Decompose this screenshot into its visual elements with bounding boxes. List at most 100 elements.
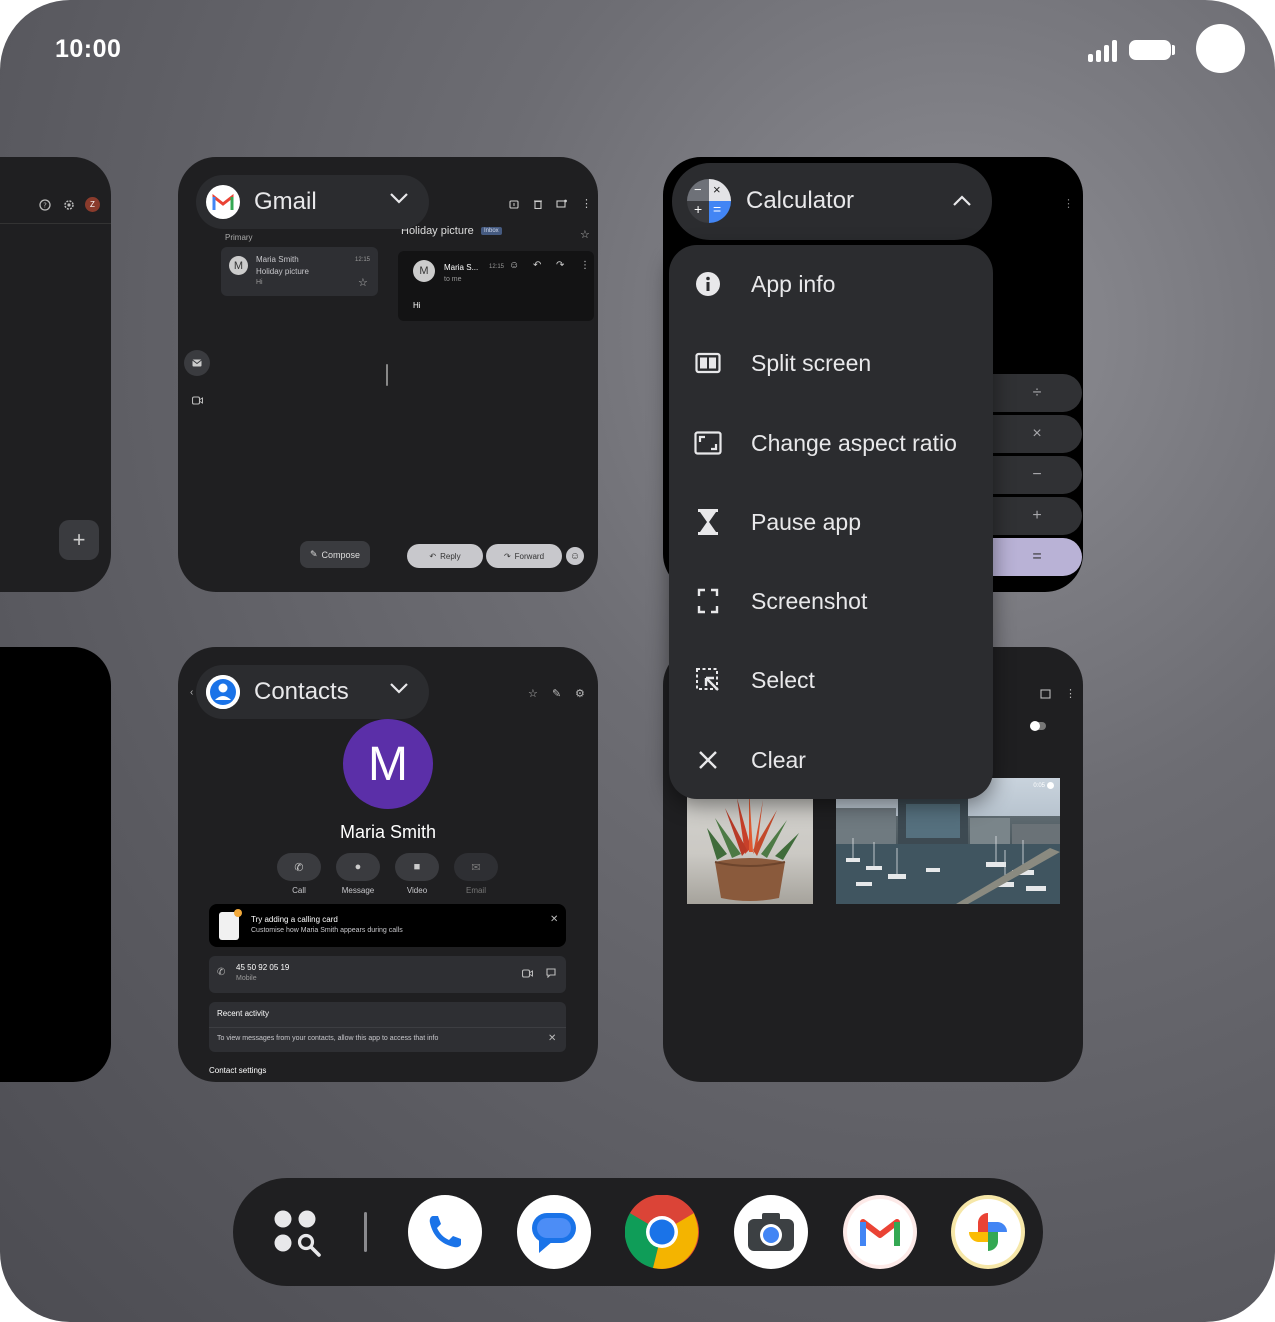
app-card-left-top[interactable]: ? Z + <box>0 157 111 592</box>
reply-button[interactable]: ↶ Reply <box>407 544 483 568</box>
calc-divide-button[interactable]: ÷ <box>992 374 1082 412</box>
inbox-badge: Inbox <box>481 227 502 235</box>
call-label: Call <box>292 886 306 895</box>
gmail-chip-label: Gmail <box>254 188 317 215</box>
list-snippet: Hi <box>256 279 263 286</box>
list-time: 12:15 <box>355 257 371 263</box>
reply-icon[interactable]: ↶ <box>533 260 541 271</box>
avatar[interactable]: Z <box>85 197 100 212</box>
phone-row[interactable]: ✆ 45 50 92 05 19 Mobile <box>209 956 566 993</box>
edit-icon[interactable]: ✎ <box>552 687 561 700</box>
aspect-ratio-icon <box>694 429 722 457</box>
messages-app-icon[interactable] <box>517 1195 591 1269</box>
video-action[interactable]: ■ <box>395 853 439 881</box>
hourglass-icon <box>694 508 722 536</box>
detail-to: to me <box>444 276 462 283</box>
forward-icon[interactable]: ↷ <box>556 260 564 271</box>
archive-icon[interactable] <box>509 199 519 209</box>
taskbar-divider <box>364 1212 367 1252</box>
contacts-app-chip[interactable]: Contacts <box>196 665 429 719</box>
contact-avatar: M <box>343 719 433 809</box>
menu-item-pause-app[interactable]: Pause app <box>669 487 993 557</box>
more-vert-icon[interactable]: ⋮ <box>1065 687 1076 700</box>
contact-settings-label[interactable]: Contact settings <box>209 1066 266 1075</box>
contact-name: Maria Smith <box>339 822 437 842</box>
calculator-app-chip[interactable]: − × + = Calculator <box>672 163 992 240</box>
app-drawer-button[interactable] <box>273 1209 323 1259</box>
gmail-icon <box>206 185 240 219</box>
chat-icon: ● <box>354 861 362 873</box>
calc-plus-button[interactable]: + <box>992 497 1082 535</box>
photos-app-icon[interactable] <box>951 1195 1025 1269</box>
menu-item-app-info[interactable]: App info <box>669 249 993 319</box>
call-action[interactable]: ✆ <box>277 853 321 881</box>
status-icons <box>1088 34 1175 62</box>
calc-minus-button[interactable]: − <box>992 456 1082 494</box>
close-icon[interactable]: ✕ <box>550 914 558 925</box>
toggle-switch[interactable] <box>1030 721 1046 731</box>
play-icon <box>1047 782 1054 789</box>
sender-avatar: M <box>229 256 248 275</box>
select-icon <box>694 666 722 694</box>
split-screen-icon <box>694 349 722 377</box>
calc-multiply-button[interactable]: × <box>992 415 1082 453</box>
emoji-icon[interactable]: ☺ <box>509 260 519 271</box>
camera-cutout <box>1196 24 1245 73</box>
gmail-app-chip[interactable]: Gmail <box>196 175 429 229</box>
detail-sender: Maria S... <box>444 263 479 272</box>
signal-icon <box>1088 38 1117 62</box>
calc-equals-button[interactable]: = <box>992 538 1082 576</box>
add-button[interactable]: + <box>59 520 99 560</box>
message-action[interactable]: ● <box>336 853 380 881</box>
settings-icon[interactable]: ⚙ <box>575 687 585 700</box>
app-options-menu: App info Split screen Change aspect rati… <box>669 245 993 799</box>
forward-icon: ↷ <box>503 551 511 561</box>
menu-item-split-screen[interactable]: Split screen <box>669 328 993 398</box>
email-list-item[interactable]: M Maria Smith Holiday picture Hi 12:15 ☆ <box>221 247 378 296</box>
menu-item-screenshot[interactable]: Screenshot <box>669 566 993 636</box>
mark-unread-icon[interactable] <box>556 199 567 209</box>
phone-type: Mobile <box>236 975 257 982</box>
message-icon[interactable] <box>546 968 556 978</box>
video-icon: ■ <box>413 861 421 873</box>
star-icon[interactable]: ☆ <box>528 687 538 700</box>
app-card-left-bottom[interactable] <box>0 647 111 1082</box>
video-duration: 0:05 <box>1033 782 1054 789</box>
back-icon[interactable]: ‹ <box>190 687 193 698</box>
compose-label: Compose <box>321 549 361 560</box>
forward-button[interactable]: ↷ Forward <box>486 544 562 568</box>
emoji-react-button[interactable]: ☺ <box>566 547 584 565</box>
chrome-app-icon[interactable] <box>625 1195 699 1269</box>
video-call-icon[interactable] <box>522 969 533 978</box>
video-icon[interactable] <box>192 396 203 405</box>
primary-label: Primary <box>225 233 253 242</box>
more-vert-icon[interactable]: ⋮ <box>581 197 592 210</box>
recent-activity-section: Recent activity To view messages from yo… <box>209 1002 566 1052</box>
star-icon[interactable]: ☆ <box>358 276 368 289</box>
menu-item-change-aspect-ratio[interactable]: Change aspect ratio <box>669 408 993 478</box>
cast-icon[interactable] <box>1040 689 1051 699</box>
camera-app-icon[interactable] <box>734 1195 808 1269</box>
delete-icon[interactable] <box>533 199 543 209</box>
email-action[interactable]: ✉ <box>454 853 498 881</box>
more-vert-icon[interactable]: ⋮ <box>580 260 590 271</box>
compose-button[interactable]: ✎ Compose <box>300 541 370 568</box>
chevron-up-icon <box>953 195 971 206</box>
calling-card-banner[interactable]: Try adding a calling card Customise how … <box>209 904 566 947</box>
battery-icon <box>1129 40 1171 60</box>
contacts-chip-label: Contacts <box>254 678 349 705</box>
message-panel: M Maria S... 12:15 to me ☺ ↶ ↷ ⋮ Hi <box>398 251 594 321</box>
gmail-app-icon[interactable] <box>843 1195 917 1269</box>
more-vert-icon[interactable]: ⋮ <box>1063 197 1074 210</box>
star-icon-detail[interactable]: ☆ <box>580 228 590 241</box>
mail-icon[interactable] <box>184 350 210 376</box>
forward-label: Forward <box>514 551 545 561</box>
menu-label: Change aspect ratio <box>751 429 957 456</box>
menu-item-clear[interactable]: Clear <box>669 725 993 795</box>
calling-card-subtitle: Customise how Maria Smith appears during… <box>251 927 403 934</box>
pane-divider-handle[interactable] <box>386 364 388 386</box>
phone-app-icon[interactable] <box>408 1195 482 1269</box>
close-icon[interactable]: ✕ <box>548 1033 556 1044</box>
contacts-icon <box>206 675 240 709</box>
menu-item-select[interactable]: Select <box>669 645 993 715</box>
